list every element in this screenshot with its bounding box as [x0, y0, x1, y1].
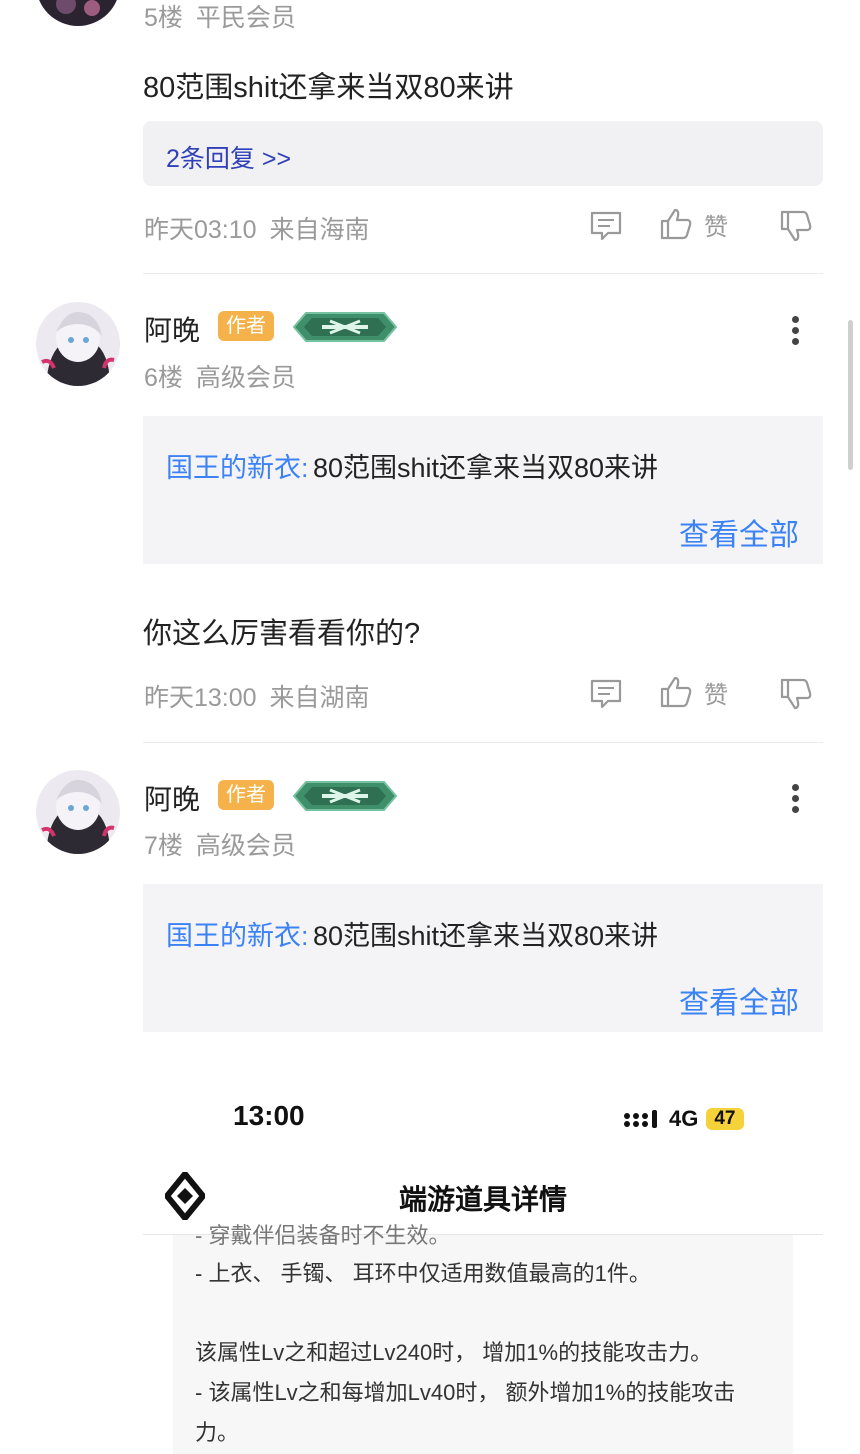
thumbs-down-icon	[780, 210, 812, 242]
member-level: 高级会员	[195, 832, 296, 860]
signal-icon	[624, 1110, 657, 1128]
view-all-link[interactable]: 查看全部	[679, 978, 799, 1022]
post-divider	[143, 742, 823, 743]
like-button[interactable]: 赞	[658, 674, 728, 710]
post-meta: 5楼 平民会员	[144, 0, 296, 34]
quote-author[interactable]: 国王的新衣:	[166, 453, 309, 483]
post-footer-meta: 昨天13:00 来自湖南	[144, 678, 370, 714]
battery-level: 47	[706, 1108, 744, 1130]
scrollbar-thumb[interactable]	[848, 320, 853, 470]
floor-number: 5楼	[144, 4, 183, 32]
thumbs-up-icon	[660, 676, 692, 708]
like-button[interactable]: 赞	[658, 206, 728, 242]
user-avatar-post7[interactable]	[36, 770, 120, 854]
dislike-button[interactable]	[778, 676, 814, 717]
thumbs-down-icon	[780, 678, 812, 710]
post-divider	[143, 273, 823, 274]
dislike-button[interactable]	[778, 208, 814, 249]
status-time: 13:00	[233, 1100, 305, 1131]
quote-text: 80范围shit还拿来当双80来讲	[312, 921, 659, 951]
post-meta: 7楼 高级会员	[144, 826, 296, 862]
quoted-comment[interactable]: 国王的新衣: 80范围shit还拿来当双80来讲 查看全部	[143, 884, 823, 1032]
floor-number: 7楼	[144, 832, 183, 860]
level-badge-icon	[292, 781, 398, 811]
thumbs-up-icon	[660, 208, 692, 240]
user-avatar-post6[interactable]	[36, 302, 120, 386]
post-time: 昨天13:00	[144, 684, 257, 712]
like-label: 赞	[704, 681, 728, 709]
post-footer-meta: 昨天03:10 来自海南	[144, 210, 370, 246]
detail-line: 该属性Lv之和超过Lv240时， 增加1%的技能攻击力。	[195, 1340, 713, 1365]
detail-line: - 该属性Lv之和每增加Lv40时， 额外增加1%的技能攻击	[195, 1380, 736, 1405]
more-options-icon[interactable]	[792, 312, 799, 349]
username[interactable]: 阿晚	[144, 778, 200, 818]
comment-icon	[590, 679, 622, 709]
comment-button[interactable]	[588, 208, 624, 249]
network-type: 4G	[669, 1106, 699, 1131]
post-location: 来自湖南	[269, 684, 370, 712]
post-meta: 6楼 高级会员	[144, 358, 296, 394]
member-level: 平民会员	[195, 4, 296, 32]
post-time: 昨天03:10	[144, 216, 257, 244]
comment-button[interactable]	[588, 676, 624, 717]
embedded-page-title: 端游道具详情	[398, 1184, 567, 1215]
detail-line: - 上衣、 手镯、 耳环中仅适用数值最高的1件。	[195, 1261, 651, 1286]
detail-line: - 穿戴伴侣装备时不生效。	[195, 1223, 451, 1248]
quoted-comment[interactable]: 国王的新衣: 80范围shit还拿来当双80来讲 查看全部	[143, 416, 823, 564]
status-indicators: 4G 47	[623, 1106, 744, 1132]
post-content: 80范围shit还拿来当双80来讲	[143, 72, 514, 104]
post-location: 来自海南	[269, 216, 370, 244]
comment-icon	[590, 211, 622, 241]
user-avatar-post5[interactable]	[36, 0, 120, 26]
post-content: 你这么厉害看看你的?	[143, 618, 421, 650]
member-level: 高级会员	[195, 364, 296, 392]
username[interactable]: 阿晚	[144, 309, 200, 349]
view-all-link[interactable]: 查看全部	[679, 510, 799, 554]
more-options-icon[interactable]	[792, 780, 799, 817]
author-badge: 作者	[218, 311, 274, 341]
quote-text: 80范围shit还拿来当双80来讲	[312, 453, 659, 483]
floor-number: 6楼	[144, 364, 183, 392]
level-badge	[292, 310, 398, 349]
level-badge-icon	[292, 312, 398, 342]
like-label: 赞	[704, 213, 728, 241]
level-badge	[292, 779, 398, 818]
item-detail-panel: - 穿戴伴侣装备时不生效。 - 上衣、 手镯、 耳环中仅适用数值最高的1件。 该…	[173, 1223, 793, 1454]
detail-line: 力。	[195, 1420, 240, 1445]
replies-box[interactable]: 2条回复 >>	[143, 121, 823, 186]
quote-author[interactable]: 国王的新衣:	[166, 921, 309, 951]
embedded-screenshot[interactable]: 13:00 4G 47 端游道具详情 - 穿戴伴侣装备时不生效。 - 上衣、 手…	[143, 1080, 823, 1454]
view-replies-link[interactable]: 2条回复 >>	[166, 139, 291, 175]
author-badge: 作者	[218, 780, 274, 810]
